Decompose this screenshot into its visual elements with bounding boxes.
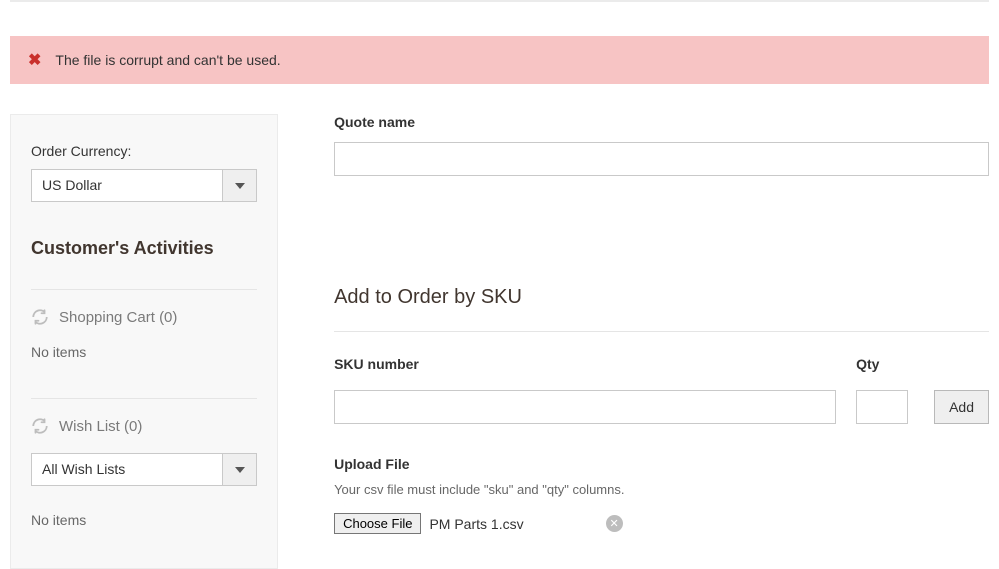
shopping-cart-header[interactable]: Shopping Cart (0) bbox=[31, 308, 257, 326]
choose-file-button[interactable]: Choose File bbox=[334, 513, 421, 534]
sku-input[interactable] bbox=[334, 390, 836, 424]
wish-list-header[interactable]: Wish List (0) bbox=[31, 417, 257, 435]
error-icon: ✖ bbox=[28, 50, 41, 70]
shopping-cart-label: Shopping Cart (0) bbox=[59, 309, 177, 326]
add-by-sku-heading: Add to Order by SKU bbox=[334, 286, 989, 309]
activities-heading: Customer's Activities bbox=[31, 238, 257, 259]
main-content: Quote name Add to Order by SKU SKU numbe… bbox=[334, 114, 989, 569]
chevron-down-icon bbox=[222, 170, 256, 201]
error-banner: ✖ The file is corrupt and can't be used. bbox=[10, 36, 989, 84]
upload-file-label: Upload File bbox=[334, 456, 989, 472]
divider bbox=[31, 289, 257, 290]
remove-file-icon[interactable]: ✕ bbox=[606, 515, 623, 532]
refresh-icon bbox=[31, 308, 49, 326]
upload-file-hint: Your csv file must include "sku" and "qt… bbox=[334, 482, 989, 497]
chevron-down-icon bbox=[222, 454, 256, 485]
top-divider bbox=[10, 0, 989, 2]
wish-list-select-value: All Wish Lists bbox=[32, 454, 222, 485]
qty-column-header: Qty bbox=[856, 356, 908, 372]
quote-name-label: Quote name bbox=[334, 114, 989, 130]
quote-name-input[interactable] bbox=[334, 142, 989, 176]
refresh-icon bbox=[31, 417, 49, 435]
shopping-cart-empty: No items bbox=[31, 344, 257, 360]
wish-list-empty: No items bbox=[31, 512, 257, 528]
currency-select[interactable]: US Dollar bbox=[31, 169, 257, 202]
sidebar: Order Currency: US Dollar Customer's Act… bbox=[10, 114, 278, 569]
error-message: The file is corrupt and can't be used. bbox=[55, 52, 280, 68]
wish-list-label: Wish List (0) bbox=[59, 418, 142, 435]
divider bbox=[31, 398, 257, 399]
sku-column-header: SKU number bbox=[334, 356, 836, 372]
divider bbox=[334, 331, 989, 332]
add-button[interactable]: Add bbox=[934, 390, 989, 424]
currency-select-value: US Dollar bbox=[32, 170, 222, 201]
currency-label: Order Currency: bbox=[31, 143, 257, 159]
selected-file-name: PM Parts 1.csv bbox=[429, 516, 523, 532]
qty-input[interactable] bbox=[856, 390, 908, 424]
wish-list-select[interactable]: All Wish Lists bbox=[31, 453, 257, 486]
